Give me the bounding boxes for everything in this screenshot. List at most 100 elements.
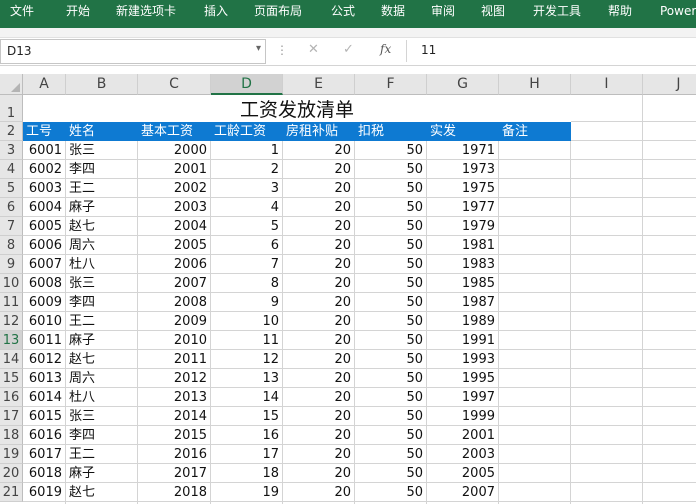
table-cell[interactable]: 1999 xyxy=(427,407,499,426)
table-cell[interactable]: 麻子 xyxy=(66,464,138,483)
row-header-5[interactable]: 5 xyxy=(0,179,23,198)
ribbon-tab-8[interactable]: 视图 xyxy=(481,0,505,28)
column-header-b[interactable]: B xyxy=(66,74,138,95)
table-cell[interactable]: 20 xyxy=(283,369,355,388)
table-cell[interactable]: 20 xyxy=(283,198,355,217)
chevron-down-icon[interactable]: ▾ xyxy=(256,43,261,54)
table-cell[interactable]: 6016 xyxy=(23,426,66,445)
table-cell[interactable]: 8 xyxy=(211,274,283,293)
name-box[interactable]: D13 ▾ xyxy=(0,39,266,64)
table-cell[interactable]: 16 xyxy=(211,426,283,445)
table-cell[interactable]: 50 xyxy=(355,274,427,293)
table-cell[interactable]: 赵七 xyxy=(66,350,138,369)
table-cell[interactable]: 2002 xyxy=(138,179,211,198)
table-cell[interactable]: 50 xyxy=(355,236,427,255)
table-cell[interactable]: 赵七 xyxy=(66,217,138,236)
table-cell[interactable]: 20 xyxy=(283,160,355,179)
table-cell[interactable]: 4 xyxy=(211,198,283,217)
table-cell[interactable]: 2005 xyxy=(138,236,211,255)
column-label-6[interactable]: 实发 xyxy=(427,122,499,141)
table-cell[interactable]: 7 xyxy=(211,255,283,274)
table-cell[interactable]: 20 xyxy=(283,312,355,331)
grip-dots-icon[interactable]: ⋮ xyxy=(276,43,288,57)
table-cell[interactable]: 李四 xyxy=(66,293,138,312)
table-cell[interactable]: 2001 xyxy=(138,160,211,179)
table-cell[interactable]: 1995 xyxy=(427,369,499,388)
table-cell[interactable]: 1989 xyxy=(427,312,499,331)
column-header-j[interactable]: J xyxy=(643,74,696,95)
table-cell[interactable]: 2001 xyxy=(427,426,499,445)
row-header-4[interactable]: 4 xyxy=(0,160,23,179)
table-cell[interactable]: 20 xyxy=(283,388,355,407)
table-cell[interactable]: 50 xyxy=(355,217,427,236)
table-cell[interactable]: 2003 xyxy=(138,198,211,217)
table-cell[interactable]: 张三 xyxy=(66,407,138,426)
table-cell[interactable]: 11 xyxy=(211,331,283,350)
table-cell[interactable]: 6011 xyxy=(23,331,66,350)
table-cell[interactable]: 2007 xyxy=(427,483,499,502)
table-cell[interactable]: 杜八 xyxy=(66,388,138,407)
table-cell[interactable]: 王二 xyxy=(66,445,138,464)
column-label-0[interactable]: 工号 xyxy=(23,122,66,141)
table-cell[interactable]: 6005 xyxy=(23,217,66,236)
table-cell[interactable]: 12 xyxy=(211,350,283,369)
column-label-3[interactable]: 工龄工资 xyxy=(211,122,283,141)
ribbon-tab-7[interactable]: 审阅 xyxy=(431,0,455,28)
table-cell[interactable]: 2016 xyxy=(138,445,211,464)
table-cell[interactable]: 50 xyxy=(355,350,427,369)
table-cell[interactable]: 20 xyxy=(283,179,355,198)
ribbon-tab-0[interactable]: 文件 xyxy=(10,0,34,28)
table-cell[interactable]: 3 xyxy=(211,179,283,198)
table-cell[interactable]: 2010 xyxy=(138,331,211,350)
table-cell[interactable]: 2012 xyxy=(138,369,211,388)
table-cell[interactable]: 20 xyxy=(283,407,355,426)
row-header-9[interactable]: 9 xyxy=(0,255,23,274)
table-cell[interactable]: 50 xyxy=(355,312,427,331)
table-cell[interactable]: 2014 xyxy=(138,407,211,426)
table-cell[interactable]: 李四 xyxy=(66,426,138,445)
column-label-4[interactable]: 房租补贴 xyxy=(283,122,355,141)
insert-function-button[interactable]: fx xyxy=(380,42,391,56)
table-cell[interactable]: 赵七 xyxy=(66,483,138,502)
table-cell[interactable]: 1 xyxy=(211,141,283,160)
ribbon-tab-3[interactable]: 插入 xyxy=(204,0,228,28)
table-cell[interactable]: 50 xyxy=(355,445,427,464)
table-cell[interactable]: 18 xyxy=(211,464,283,483)
table-cell[interactable]: 1991 xyxy=(427,331,499,350)
row-header-10[interactable]: 10 xyxy=(0,274,23,293)
table-cell[interactable]: 50 xyxy=(355,179,427,198)
row-header-11[interactable]: 11 xyxy=(0,293,23,312)
table-cell[interactable]: 6015 xyxy=(23,407,66,426)
column-label-2[interactable]: 基本工资 xyxy=(138,122,211,141)
column-header-d[interactable]: D xyxy=(211,74,283,95)
column-header-g[interactable]: G xyxy=(427,74,499,95)
table-cell[interactable]: 50 xyxy=(355,293,427,312)
table-cell[interactable]: 6008 xyxy=(23,274,66,293)
table-cell[interactable]: 5 xyxy=(211,217,283,236)
table-cell[interactable]: 1973 xyxy=(427,160,499,179)
cancel-icon[interactable]: ✕ xyxy=(308,42,319,57)
table-cell[interactable]: 1975 xyxy=(427,179,499,198)
table-cell[interactable]: 6017 xyxy=(23,445,66,464)
ribbon-tab-11[interactable]: Power xyxy=(660,0,696,28)
table-cell[interactable]: 1997 xyxy=(427,388,499,407)
table-cell[interactable]: 6018 xyxy=(23,464,66,483)
ribbon-tab-5[interactable]: 公式 xyxy=(331,0,355,28)
row-header-7[interactable]: 7 xyxy=(0,217,23,236)
column-label-5[interactable]: 扣税 xyxy=(355,122,427,141)
table-cell[interactable]: 50 xyxy=(355,198,427,217)
table-cell[interactable]: 6013 xyxy=(23,369,66,388)
column-label-7[interactable]: 备注 xyxy=(499,122,571,141)
table-cell[interactable]: 20 xyxy=(283,464,355,483)
row-header-17[interactable]: 17 xyxy=(0,407,23,426)
table-cell[interactable]: 2011 xyxy=(138,350,211,369)
table-cell[interactable]: 50 xyxy=(355,331,427,350)
table-cell[interactable]: 50 xyxy=(355,388,427,407)
table-cell[interactable]: 1981 xyxy=(427,236,499,255)
table-cell[interactable]: 6006 xyxy=(23,236,66,255)
table-cell[interactable]: 1985 xyxy=(427,274,499,293)
table-cell[interactable]: 6014 xyxy=(23,388,66,407)
table-cell[interactable]: 20 xyxy=(283,217,355,236)
row-header-13[interactable]: 13 xyxy=(0,331,23,350)
row-header-2[interactable]: 2 xyxy=(0,122,23,141)
